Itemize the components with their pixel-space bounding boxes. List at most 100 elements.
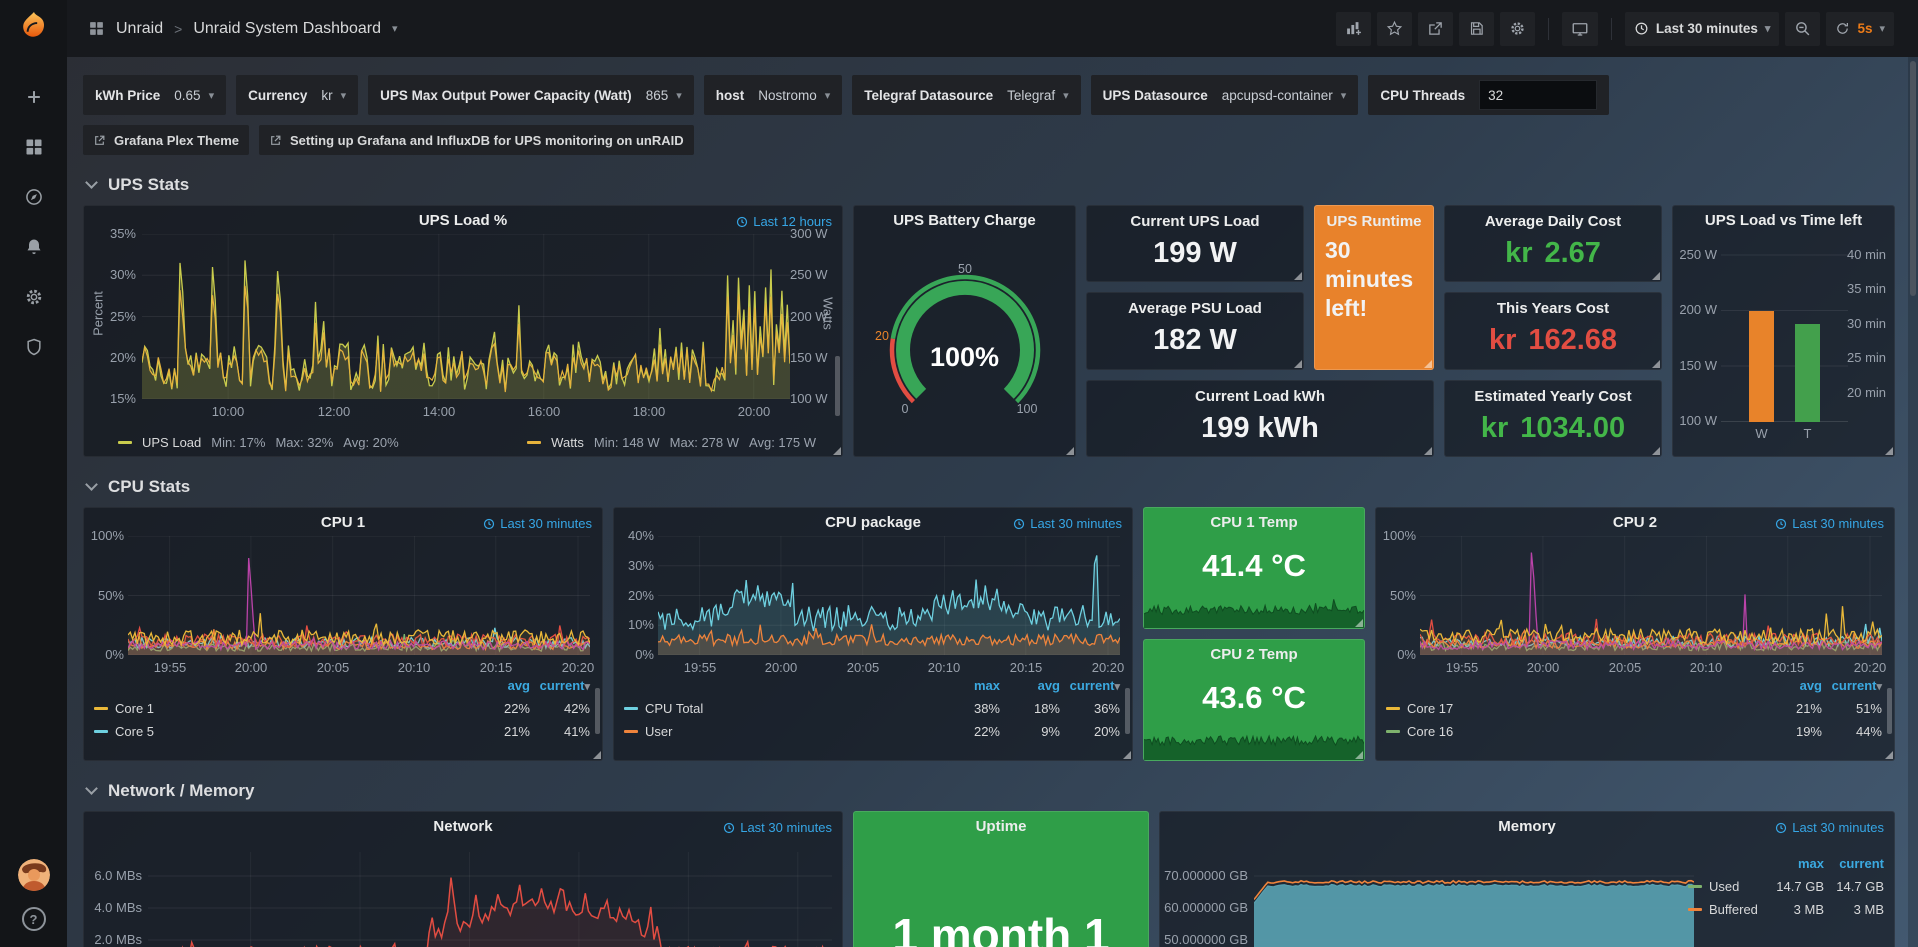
legend-header-max[interactable]: max (1764, 856, 1824, 871)
panel-time-badge[interactable]: Last 30 minutes (1013, 516, 1122, 531)
star-button[interactable] (1377, 12, 1412, 46)
series-swatch[interactable] (1688, 908, 1702, 911)
series-name[interactable]: Core 5 (115, 724, 470, 739)
cycle-view-button[interactable] (1562, 12, 1598, 46)
zoom-out-button[interactable] (1785, 12, 1820, 46)
time-range-picker[interactable]: Last 30 minutes ▾ (1625, 12, 1780, 46)
variable-value-dropdown[interactable]: Nostromo▾ (758, 88, 830, 103)
series-name[interactable]: Core 1 (115, 701, 470, 716)
legend-header-current[interactable]: current▾ (1060, 678, 1120, 693)
panel-title[interactable]: UPS Load vs Time left (1673, 212, 1894, 229)
ups-bar-chart[interactable] (1721, 236, 1848, 422)
bar-watts[interactable] (1749, 311, 1774, 422)
legend-header-avg[interactable]: avg (1762, 678, 1822, 693)
cpu2-chart[interactable] (1420, 536, 1882, 655)
series-swatch[interactable] (94, 707, 108, 710)
sidebar-server-admin-button[interactable] (0, 326, 67, 368)
series-name[interactable]: Used (1709, 879, 1764, 894)
variable-value-dropdown[interactable]: apcupsd-container▾ (1222, 88, 1347, 103)
series-name[interactable]: UPS Load (142, 435, 201, 450)
legend-scrollbar[interactable] (835, 356, 840, 416)
panel-time-badge[interactable]: Last 30 minutes (1775, 820, 1884, 835)
save-button[interactable] (1459, 12, 1494, 46)
panel-title[interactable]: This Years Cost (1445, 300, 1661, 317)
section-network-memory[interactable]: Network / Memory (83, 781, 1908, 801)
x-tick: 19:55 (1440, 660, 1484, 676)
section-cpu-stats[interactable]: CPU Stats (83, 477, 1908, 497)
page-scrollbar[interactable] (1908, 57, 1918, 947)
series-name[interactable]: User (645, 724, 940, 739)
cpu-package-chart[interactable] (658, 536, 1120, 655)
link-grafana-plex-theme[interactable]: Grafana Plex Theme (83, 125, 249, 155)
legend-header-current[interactable]: current▾ (530, 678, 590, 693)
panel-time-badge[interactable]: Last 30 minutes (1775, 516, 1884, 531)
series-swatch[interactable] (118, 441, 132, 444)
legend-header-max[interactable]: max (940, 678, 1000, 693)
legend-scrollbar[interactable] (1125, 688, 1130, 734)
variable-value-dropdown[interactable]: Telegraf▾ (1007, 88, 1069, 103)
page-scrollbar-thumb[interactable] (1910, 61, 1916, 296)
add-panel-button[interactable] (1336, 12, 1371, 46)
breadcrumb-title[interactable]: Unraid System Dashboard (193, 20, 381, 38)
ups-load-chart[interactable] (142, 234, 790, 399)
legend-scrollbar[interactable] (1887, 688, 1892, 734)
panel-title[interactable]: UPS Runtime (1315, 213, 1433, 230)
sidebar-dashboards-button[interactable] (0, 126, 67, 168)
caret-down-icon[interactable]: ▾ (392, 22, 398, 35)
panel-title[interactable]: Average PSU Load (1087, 300, 1303, 317)
breadcrumb-folder[interactable]: Unraid (116, 20, 163, 38)
sidebar-configuration-button[interactable] (0, 276, 67, 318)
panel-time-badge[interactable]: Last 30 minutes (483, 516, 592, 531)
series-swatch[interactable] (1386, 730, 1400, 733)
variable-cpu-threads: CPU Threads (1368, 75, 1609, 115)
variable-value-dropdown[interactable]: 0.65▾ (174, 88, 214, 103)
series-name[interactable]: Watts (551, 435, 584, 450)
grafana-logo[interactable] (15, 8, 53, 46)
variable-value-dropdown[interactable]: kr▾ (321, 88, 346, 103)
legend-header-current[interactable]: current (1824, 856, 1884, 871)
user-avatar[interactable] (18, 859, 50, 891)
legend-header-avg[interactable]: avg (470, 678, 530, 693)
series-name[interactable]: Core 17 (1407, 701, 1762, 716)
series-swatch[interactable] (527, 441, 541, 444)
panel-time-badge[interactable]: Last 30 minutes (723, 820, 832, 835)
series-name[interactable]: CPU Total (645, 701, 940, 716)
panel-title[interactable]: Average Daily Cost (1445, 213, 1661, 230)
sidebar-alerting-button[interactable] (0, 226, 67, 268)
section-ups-stats[interactable]: UPS Stats (83, 175, 1908, 195)
variable-value-dropdown[interactable]: 865▾ (646, 88, 682, 103)
help-icon[interactable]: ? (22, 907, 46, 931)
memory-chart[interactable] (1254, 852, 1694, 947)
series-name[interactable]: Buffered (1709, 902, 1764, 917)
panel-title[interactable]: CPU 2 Temp (1144, 646, 1364, 663)
dashboard-settings-button[interactable] (1500, 12, 1535, 46)
series-swatch[interactable] (1386, 707, 1400, 710)
series-swatch[interactable] (624, 707, 638, 710)
cpu-threads-input[interactable] (1479, 80, 1597, 110)
cpu1-chart[interactable] (128, 536, 590, 655)
panel-time-badge[interactable]: Last 12 hours (736, 214, 832, 229)
panel-title[interactable]: Uptime (854, 818, 1148, 835)
currency-prefix: kr (1489, 324, 1516, 357)
series-swatch[interactable] (94, 730, 108, 733)
panel-title[interactable]: Current UPS Load (1087, 213, 1303, 230)
series-name[interactable]: Core 16 (1407, 724, 1762, 739)
panel-title[interactable]: UPS Battery Charge (854, 212, 1075, 229)
refresh-picker[interactable]: 5s ▾ (1826, 12, 1894, 46)
panel-title[interactable]: CPU 1 Temp (1144, 514, 1364, 531)
panel-title[interactable]: UPS Load % (84, 212, 842, 229)
sidebar-create-button[interactable] (0, 76, 67, 118)
panel-title[interactable]: Current Load kWh (1087, 388, 1433, 405)
share-button[interactable] (1418, 12, 1453, 46)
legend-header-avg[interactable]: avg (1000, 678, 1060, 693)
link-ups-monitoring-guide[interactable]: Setting up Grafana and InfluxDB for UPS … (259, 125, 694, 155)
panel-title[interactable]: Estimated Yearly Cost (1445, 388, 1661, 405)
bar-time-left[interactable] (1795, 324, 1820, 422)
legend-header-current[interactable]: current▾ (1822, 678, 1882, 693)
legend-scrollbar[interactable] (595, 688, 600, 734)
network-chart[interactable] (148, 852, 832, 947)
apps-grid-icon[interactable] (88, 20, 105, 37)
series-swatch[interactable] (1688, 885, 1702, 888)
sidebar-explore-button[interactable] (0, 176, 67, 218)
series-swatch[interactable] (624, 730, 638, 733)
